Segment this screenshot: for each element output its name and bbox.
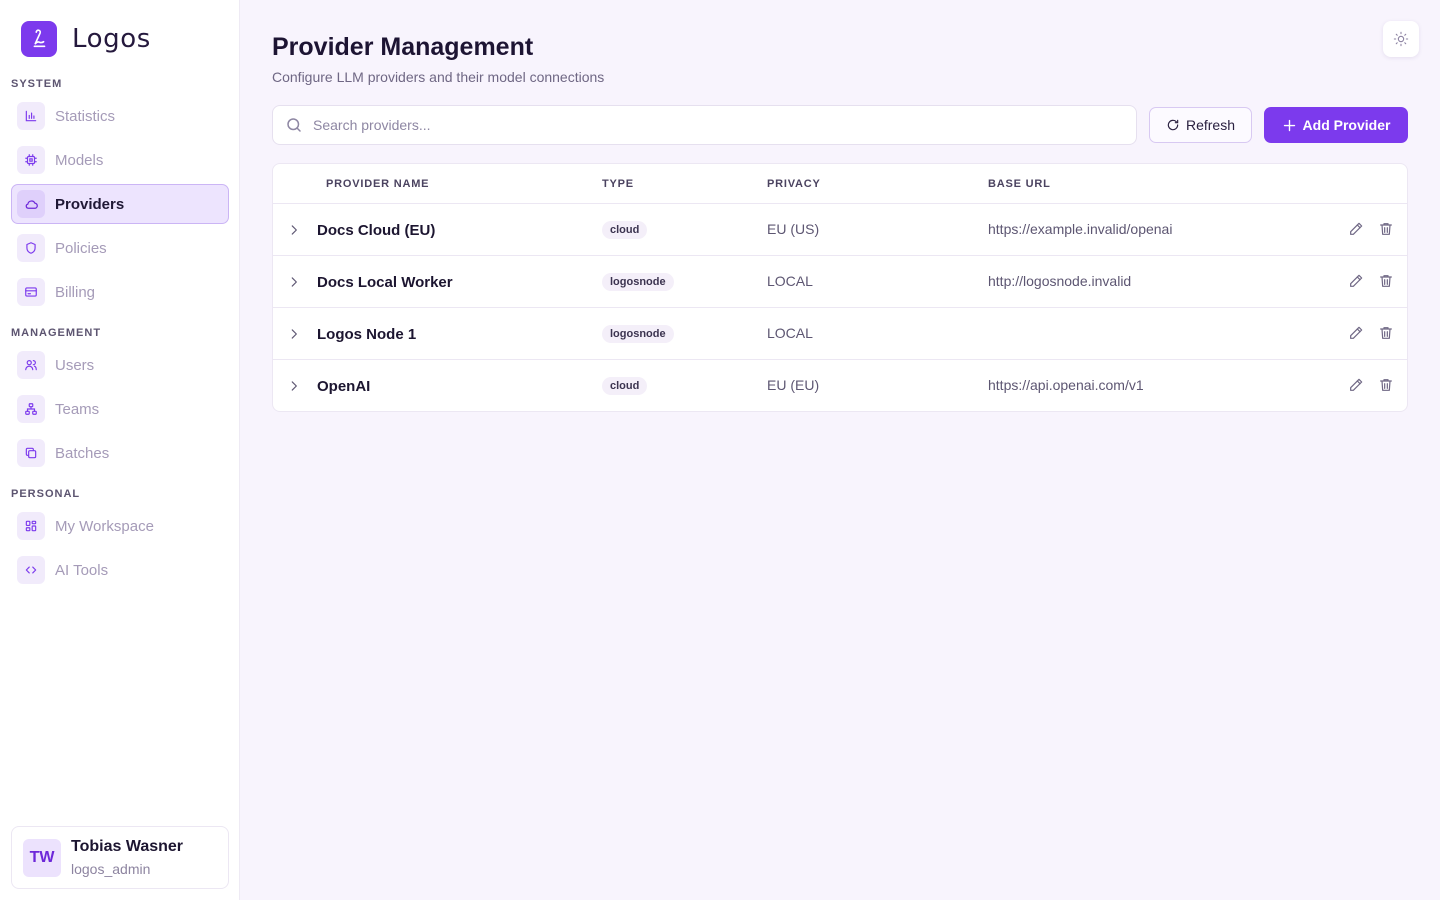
avatar: TW xyxy=(23,838,61,877)
theme-toggle-button[interactable] xyxy=(1383,21,1419,57)
sidebar-item-teams[interactable]: Teams xyxy=(11,389,229,429)
table-row[interactable]: Docs Local Worker logosnode LOCAL http:/… xyxy=(273,256,1407,308)
providers-table: PROVIDER NAME TYPE PRIVACY BASE URL Docs… xyxy=(272,163,1408,412)
search-icon xyxy=(287,118,301,132)
column-header-base-url[interactable]: BASE URL xyxy=(988,178,1051,190)
sidebar-item-users[interactable]: Users xyxy=(11,345,229,385)
user-name: Tobias Wasner xyxy=(71,838,184,855)
edit-icon[interactable] xyxy=(1348,377,1364,393)
user-role: logos_admin xyxy=(71,861,151,877)
page-title: Provider Management xyxy=(272,33,534,61)
edit-icon[interactable] xyxy=(1348,273,1364,289)
sidebar-item-batches[interactable]: Batches xyxy=(11,433,229,473)
users-icon xyxy=(17,351,45,379)
chevron-right-icon[interactable] xyxy=(287,222,301,238)
column-header-privacy[interactable]: PRIVACY xyxy=(767,178,821,190)
sidebar-item-label: Providers xyxy=(55,195,125,213)
table-row[interactable]: Logos Node 1 logosnode LOCAL xyxy=(273,308,1407,360)
logo-icon xyxy=(21,21,57,57)
provider-name: OpenAI xyxy=(317,378,371,395)
table-header: PROVIDER NAME TYPE PRIVACY BASE URL xyxy=(273,164,1407,204)
type-badge: cloud xyxy=(602,221,648,239)
sidebar-item-label: My Workspace xyxy=(55,517,154,535)
sidebar: Logos SYSTEM Statistics Models Providers… xyxy=(0,0,240,900)
type-badge: cloud xyxy=(602,377,648,395)
sidebar-item-policies[interactable]: Policies xyxy=(11,228,229,268)
code-icon xyxy=(17,556,45,584)
sidebar-item-my-workspace[interactable]: My Workspace xyxy=(11,506,229,546)
column-header-type[interactable]: TYPE xyxy=(602,178,634,190)
refresh-button[interactable]: Refresh xyxy=(1149,107,1252,143)
trash-icon[interactable] xyxy=(1378,377,1394,393)
chart-icon xyxy=(17,102,45,130)
provider-name: Docs Cloud (EU) xyxy=(317,222,436,239)
chevron-right-icon[interactable] xyxy=(287,274,301,290)
trash-icon[interactable] xyxy=(1378,325,1394,341)
trash-icon[interactable] xyxy=(1378,221,1394,237)
trash-icon[interactable] xyxy=(1378,273,1394,289)
refresh-icon xyxy=(1167,119,1179,131)
copy-icon xyxy=(17,439,45,467)
page-subtitle: Configure LLM providers and their model … xyxy=(272,69,605,85)
sidebar-item-models[interactable]: Models xyxy=(11,140,229,180)
chip-icon xyxy=(17,146,45,174)
privacy-value: EU (EU) xyxy=(767,377,820,393)
search-box xyxy=(272,105,1137,145)
sidebar-item-ai-tools[interactable]: AI Tools xyxy=(11,550,229,590)
team-tree-icon xyxy=(17,395,45,423)
sidebar-item-label: Users xyxy=(55,356,95,374)
brand-name: Logos xyxy=(72,24,151,54)
refresh-label: Refresh xyxy=(1185,117,1236,133)
table-row[interactable]: OpenAI cloud EU (EU) https://api.openai.… xyxy=(273,360,1407,411)
edit-icon[interactable] xyxy=(1348,221,1364,237)
privacy-value: EU (US) xyxy=(767,221,820,237)
user-card[interactable]: TW Tobias Wasner logos_admin xyxy=(11,826,229,889)
sidebar-item-label: Statistics xyxy=(55,107,116,125)
base-url: https://api.openai.com/v1 xyxy=(988,377,1144,393)
chevron-right-icon[interactable] xyxy=(287,378,301,394)
base-url: http://logosnode.invalid xyxy=(988,273,1132,289)
sidebar-item-statistics[interactable]: Statistics xyxy=(11,96,229,136)
sidebar-item-label: Models xyxy=(55,151,104,169)
cloud-icon xyxy=(17,190,45,218)
type-badge: logosnode xyxy=(602,273,674,291)
shield-icon xyxy=(17,234,45,262)
grid-icon xyxy=(17,512,45,540)
type-badge: logosnode xyxy=(602,325,674,343)
plus-icon xyxy=(1283,119,1295,131)
sidebar-item-label: Batches xyxy=(55,444,110,462)
privacy-value: LOCAL xyxy=(767,325,813,341)
sidebar-item-billing[interactable]: Billing xyxy=(11,272,229,312)
credit-card-icon xyxy=(17,278,45,306)
provider-name: Docs Local Worker xyxy=(317,274,453,291)
search-input[interactable] xyxy=(313,117,1113,133)
privacy-value: LOCAL xyxy=(767,273,813,289)
add-provider-label: Add Provider xyxy=(1302,117,1391,133)
section-title-personal: PERSONAL xyxy=(11,488,81,500)
section-title-system: SYSTEM xyxy=(11,78,63,90)
sidebar-item-providers[interactable]: Providers xyxy=(11,184,229,224)
sun-icon xyxy=(1393,31,1409,47)
sidebar-item-label: AI Tools xyxy=(55,561,109,579)
sidebar-item-label: Billing xyxy=(55,283,96,301)
column-header-provider-name[interactable]: PROVIDER NAME xyxy=(326,178,429,190)
sidebar-item-label: Teams xyxy=(55,400,100,418)
base-url: https://example.invalid/openai xyxy=(988,221,1173,237)
section-title-management: MANAGEMENT xyxy=(11,327,102,339)
add-provider-button[interactable]: Add Provider xyxy=(1264,107,1408,143)
sidebar-item-label: Policies xyxy=(55,239,107,257)
provider-name: Logos Node 1 xyxy=(317,326,417,343)
edit-icon[interactable] xyxy=(1348,325,1364,341)
chevron-right-icon[interactable] xyxy=(287,326,301,342)
table-row[interactable]: Docs Cloud (EU) cloud EU (US) https://ex… xyxy=(273,204,1407,256)
brand[interactable]: Logos xyxy=(21,21,151,57)
